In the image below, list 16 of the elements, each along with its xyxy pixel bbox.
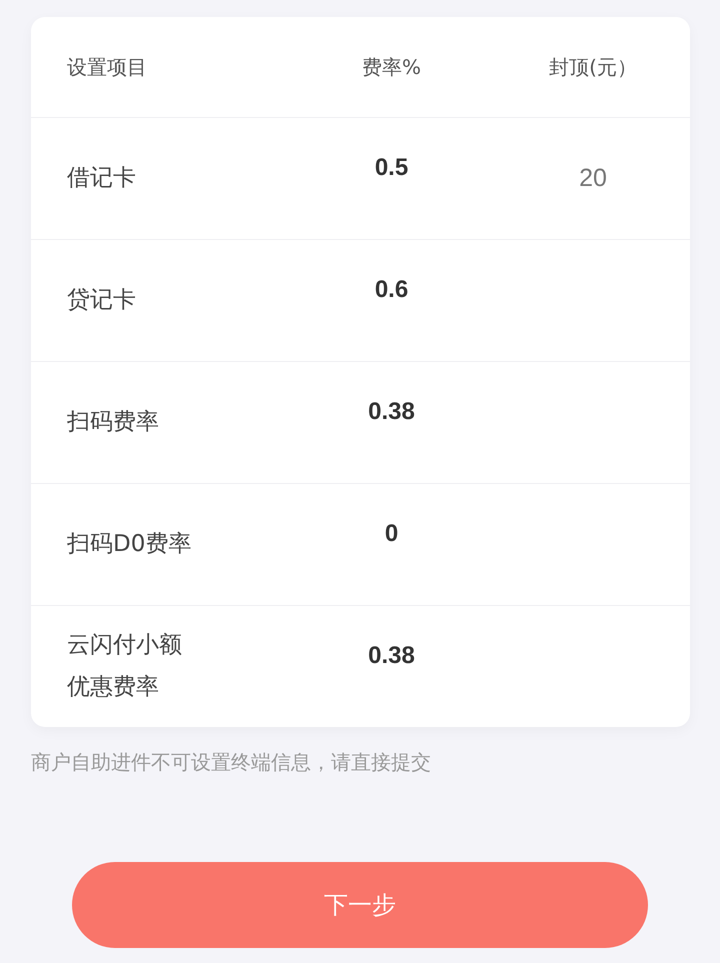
- table-cell: 20: [579, 164, 607, 193]
- hint-text: 商户自助进件不可设置终端信息，请直接提交: [31, 750, 431, 774]
- table-cell-text: 贷记卡: [67, 286, 136, 315]
- table-cell: 0.38: [368, 398, 415, 426]
- table-cell: 0.38: [368, 642, 415, 670]
- table-cell: 0.6: [374, 276, 408, 304]
- column-header: 费率%: [362, 54, 421, 80]
- table-cell: 0: [384, 520, 398, 548]
- column-header: 封顶(元）: [549, 54, 637, 80]
- table-cell-text: 扫码D0费率: [67, 530, 192, 559]
- table-cell: 0.5: [374, 154, 408, 182]
- table-cell-text: 借记卡: [67, 164, 136, 193]
- table-cell-text: 云闪付小额优惠费率: [67, 631, 183, 702]
- next-button[interactable]: 下一步: [72, 862, 648, 948]
- column-header: 设置项目: [67, 54, 147, 80]
- table-cell-text: 扫码费率: [67, 408, 159, 437]
